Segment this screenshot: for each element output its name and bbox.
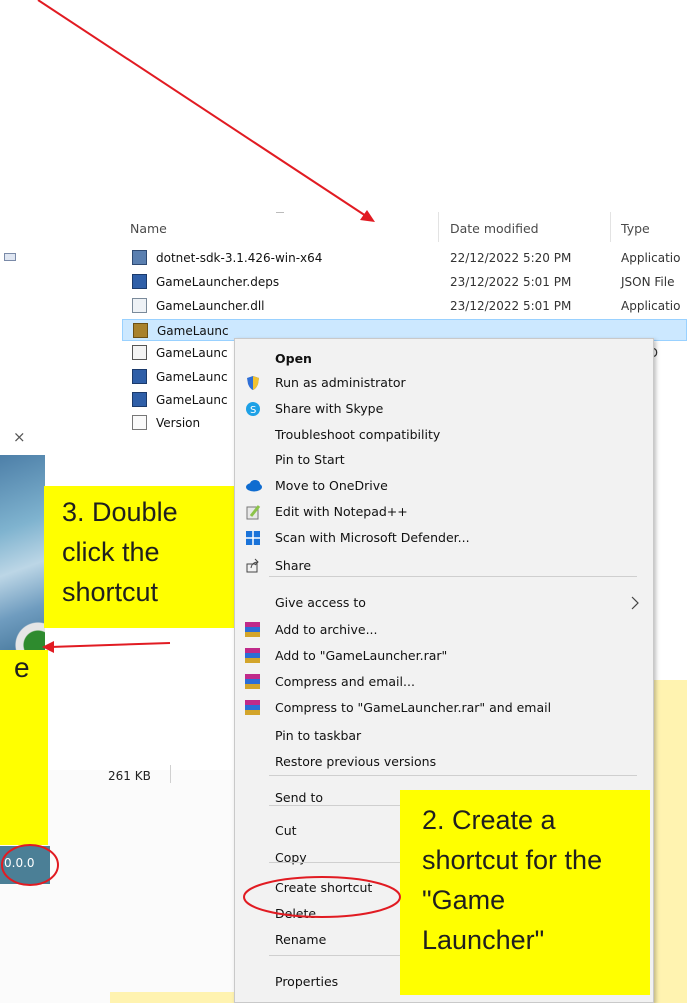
menu-item-scan-with-microsoft-defender[interactable]: Scan with Microsoft Defender...	[235, 525, 653, 551]
version-circle	[1, 844, 59, 886]
menu-item-label: Compress to "GameLauncher.rar" and email	[275, 700, 552, 715]
menu-item-label: Share with Skype	[275, 401, 384, 416]
json-file-icon	[132, 369, 147, 384]
red-arrow-to-launcher	[42, 641, 171, 653]
share-icon	[245, 558, 261, 574]
file-row[interactable]: dotnet-sdk-3.1.426-win-x64 22/12/2022 5:2…	[122, 247, 687, 269]
menu-item-add-to-gamelauncher-rar[interactable]: Add to "GameLauncher.rar"	[235, 643, 653, 669]
menu-item-label: Open	[275, 351, 312, 366]
file-name: GameLaunc	[156, 393, 228, 407]
menu-item-run-as-administrator[interactable]: Run as administrator	[235, 370, 653, 396]
menu-item-label: Give access to	[275, 595, 366, 610]
winrar-icon	[245, 700, 261, 716]
menu-item-add-to-archive[interactable]: Add to archive...	[235, 617, 653, 643]
step2-annotation: 2. Create a shortcut for the "Game Launc…	[400, 790, 650, 995]
menu-item-restore-previous-versions[interactable]: Restore previous versions	[235, 749, 653, 775]
menu-item-label: Pin to Start	[275, 452, 345, 467]
create-shortcut-circle	[243, 876, 401, 918]
menu-item-label: Add to archive...	[275, 622, 378, 637]
step1-annotation: e	[0, 650, 48, 845]
menu-item-label: Add to "GameLauncher.rar"	[275, 648, 448, 663]
file-name: Version	[156, 416, 201, 430]
file-date: 22/12/2022 5:20 PM	[450, 251, 572, 265]
dll-file-icon	[132, 298, 147, 313]
step2-text: 2. Create a shortcut for the "Game Launc…	[422, 805, 603, 955]
menu-item-pin-to-start[interactable]: Pin to Start	[235, 447, 653, 473]
menu-item-compress-and-email[interactable]: Compress and email...	[235, 669, 653, 695]
menu-item-label: Scan with Microsoft Defender...	[275, 530, 470, 545]
close-icon[interactable]: ×	[13, 428, 26, 446]
menu-item-label: Properties	[275, 974, 339, 989]
file-name: GameLaunc	[157, 324, 229, 338]
installer-icon	[132, 250, 147, 265]
file-row[interactable]: GameLauncher.dll 23/12/2022 5:01 PM Applic…	[122, 295, 687, 317]
text-file-icon	[132, 415, 147, 430]
chevron-right-icon	[631, 596, 639, 610]
menu-item-move-to-onedrive[interactable]: Move to OneDrive	[235, 473, 653, 499]
menu-item-troubleshoot-compatibility[interactable]: Troubleshoot compatibility	[235, 422, 653, 448]
file-type: JSON File	[621, 275, 675, 289]
menu-item-label: Move to OneDrive	[275, 478, 388, 493]
program-db-icon	[132, 345, 147, 360]
file-row[interactable]: GameLauncher.deps 23/12/2022 5:01 PM JSON …	[122, 271, 687, 293]
file-name: GameLauncher.deps	[156, 275, 280, 289]
menu-item-label: Send to	[275, 790, 324, 805]
menu-item-label: Rename	[275, 932, 327, 947]
step3-annotation: 3. Double click the shortcut	[44, 486, 234, 628]
file-type: Applicatio	[621, 299, 681, 313]
menu-item-label: Edit with Notepad++	[275, 504, 408, 519]
json-file-icon	[132, 392, 147, 407]
menu-separator	[269, 775, 637, 776]
menu-item-label: Restore previous versions	[275, 754, 437, 769]
pin-icon	[4, 253, 16, 261]
menu-item-label: Pin to taskbar	[275, 728, 362, 743]
winrar-icon	[245, 622, 261, 638]
json-file-icon	[132, 274, 147, 289]
step3-text: 3. Double click the shortcut	[62, 497, 178, 607]
file-date: 23/12/2022 5:01 PM	[450, 275, 572, 289]
notepadpp-icon	[245, 504, 261, 520]
menu-item-share-with-skype[interactable]: S Share with Skype	[235, 396, 653, 422]
menu-item-label: Cut	[275, 823, 297, 838]
skype-icon: S	[245, 401, 261, 417]
svg-text:S: S	[250, 405, 256, 416]
status-size: 261 KB	[108, 769, 151, 783]
file-name: GameLaunc	[156, 346, 228, 360]
right-yellow-edge	[650, 680, 687, 1003]
menu-item-label: Troubleshoot compatibility	[275, 427, 441, 442]
game-app-icon	[133, 323, 148, 338]
menu-item-label: Share	[275, 558, 312, 573]
onedrive-icon	[245, 478, 262, 494]
file-name: GameLaunc	[156, 370, 228, 384]
menu-item-open[interactable]: Open	[235, 346, 653, 372]
menu-item-give-access-to[interactable]: Give access to	[235, 590, 653, 616]
menu-item-edit-with-notepad[interactable]: Edit with Notepad++	[235, 499, 653, 525]
menu-item-compress-to-gamelauncher-rar-and-email[interactable]: Compress to "GameLauncher.rar" and email	[235, 695, 653, 721]
menu-separator	[269, 576, 637, 577]
step1-text: e	[14, 652, 30, 683]
file-date: 23/12/2022 5:01 PM	[450, 299, 572, 313]
file-name: dotnet-sdk-3.1.426-win-x64	[156, 251, 323, 265]
file-type: Applicatio	[621, 251, 681, 265]
menu-item-label: Compress and email...	[275, 674, 415, 689]
winrar-icon	[245, 648, 261, 664]
defender-icon	[245, 530, 261, 546]
menu-item-pin-to-taskbar[interactable]: Pin to taskbar	[235, 723, 653, 749]
status-divider	[170, 765, 171, 783]
file-name: GameLauncher.dll	[156, 299, 265, 313]
menu-item-label: Run as administrator	[275, 375, 406, 390]
winrar-icon	[245, 674, 261, 690]
red-arrow-to-explorer	[37, 0, 375, 222]
shield-icon	[245, 375, 261, 391]
